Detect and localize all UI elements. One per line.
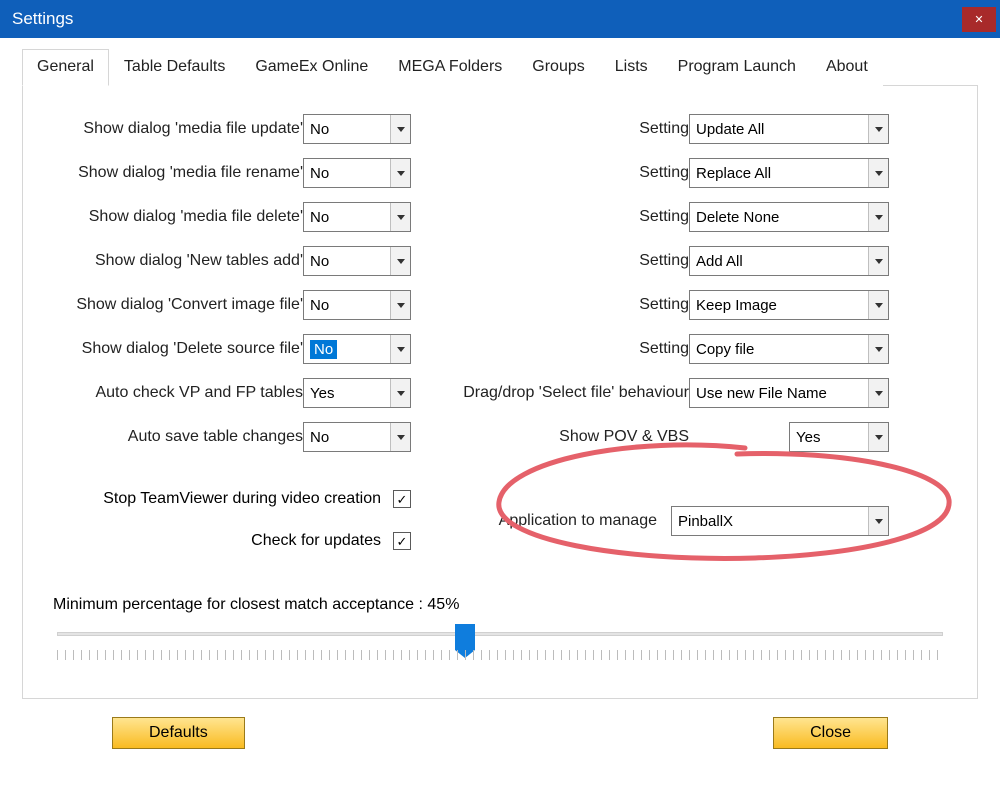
dropdown-setting-replace[interactable]: Replace All (689, 158, 889, 188)
label-show-pov: Show POV & VBS (439, 428, 689, 446)
chevron-down-icon (868, 335, 888, 363)
checkbox-stop-teamviewer[interactable]: ✓ (393, 490, 411, 508)
chevron-down-icon (868, 507, 888, 535)
label-delete-source: Show dialog 'Delete source file' (53, 340, 303, 358)
label-setting-replace: Setting (439, 164, 689, 182)
chevron-down-icon (868, 115, 888, 143)
label-auto-save: Auto save table changes (53, 428, 303, 446)
dropdown-convert-image[interactable]: No (303, 290, 411, 320)
label-setting-keep: Setting (439, 296, 689, 314)
chevron-down-icon (390, 423, 410, 451)
window-title: Settings (12, 9, 73, 29)
tab-bar: General Table Defaults GameEx Online MEG… (22, 48, 978, 86)
chevron-down-icon (390, 203, 410, 231)
tab-program-launch[interactable]: Program Launch (663, 49, 811, 86)
dropdown-media-delete[interactable]: No (303, 202, 411, 232)
label-check-updates: Check for updates (251, 532, 381, 550)
dropdown-media-rename[interactable]: No (303, 158, 411, 188)
label-setting-delete: Setting (439, 208, 689, 226)
dropdown-app-to-manage[interactable]: PinballX (671, 506, 889, 536)
tab-groups[interactable]: Groups (517, 49, 599, 86)
dropdown-auto-check[interactable]: Yes (303, 378, 411, 408)
chevron-down-icon (390, 291, 410, 319)
chevron-down-icon (868, 203, 888, 231)
tab-mega-folders[interactable]: MEGA Folders (383, 49, 517, 86)
label-stop-teamviewer: Stop TeamViewer during video creation (103, 490, 381, 508)
close-icon: ✕ (974, 13, 983, 26)
dropdown-setting-delete[interactable]: Delete None (689, 202, 889, 232)
dropdown-media-update[interactable]: No (303, 114, 411, 144)
dropdown-delete-source[interactable]: No (303, 334, 411, 364)
tab-gameex-online[interactable]: GameEx Online (240, 49, 383, 86)
label-setting-update: Setting (439, 120, 689, 138)
chevron-down-icon (390, 379, 410, 407)
chevron-down-icon (868, 247, 888, 275)
client-area: General Table Defaults GameEx Online MEG… (0, 38, 1000, 767)
checkbox-check-updates[interactable]: ✓ (393, 532, 411, 550)
chevron-down-icon (868, 291, 888, 319)
close-button[interactable]: Close (773, 717, 888, 749)
slider-thumb[interactable] (455, 624, 475, 650)
dropdown-auto-save[interactable]: No (303, 422, 411, 452)
chevron-down-icon (390, 335, 410, 363)
left-column: Show dialog 'media file update' No Show … (53, 114, 411, 550)
label-dragdrop: Drag/drop 'Select file' behaviour (439, 384, 689, 402)
tab-content-general: Show dialog 'media file update' No Show … (22, 86, 978, 699)
label-media-update: Show dialog 'media file update' (53, 120, 303, 138)
label-auto-check: Auto check VP and FP tables (53, 384, 303, 402)
dropdown-setting-update[interactable]: Update All (689, 114, 889, 144)
dropdown-setting-add[interactable]: Add All (689, 246, 889, 276)
tab-table-defaults[interactable]: Table Defaults (109, 49, 240, 86)
right-column: Setting Update All Setting Replace All S… (439, 114, 889, 550)
dropdown-setting-copy[interactable]: Copy file (689, 334, 889, 364)
chevron-down-icon (868, 423, 888, 451)
slider-ticks (57, 650, 943, 660)
slider-track[interactable] (53, 626, 947, 668)
label-setting-copy: Setting (439, 340, 689, 358)
label-app-to-manage: Application to manage (499, 512, 657, 530)
slider-line (57, 632, 943, 636)
label-setting-add: Setting (439, 252, 689, 270)
tab-general[interactable]: General (22, 49, 109, 86)
dropdown-show-pov[interactable]: Yes (789, 422, 889, 452)
dropdown-dragdrop[interactable]: Use new File Name (689, 378, 889, 408)
label-new-tables: Show dialog 'New tables add' (53, 252, 303, 270)
label-convert-image: Show dialog 'Convert image file' (53, 296, 303, 314)
dropdown-new-tables[interactable]: No (303, 246, 411, 276)
window-close-button[interactable]: ✕ (962, 7, 996, 32)
dropdown-setting-keep[interactable]: Keep Image (689, 290, 889, 320)
tab-about[interactable]: About (811, 49, 883, 86)
slider-label: Minimum percentage for closest match acc… (53, 596, 459, 613)
slider-block: Minimum percentage for closest match acc… (53, 596, 947, 668)
tab-lists[interactable]: Lists (600, 49, 663, 86)
chevron-down-icon (390, 247, 410, 275)
label-media-rename: Show dialog 'media file rename' (53, 164, 303, 182)
chevron-down-icon (390, 115, 410, 143)
chevron-down-icon (868, 159, 888, 187)
button-row: Defaults Close (22, 699, 978, 749)
label-media-delete: Show dialog 'media file delete' (53, 208, 303, 226)
titlebar: Settings ✕ (0, 0, 1000, 38)
chevron-down-icon (390, 159, 410, 187)
chevron-down-icon (868, 379, 888, 407)
defaults-button[interactable]: Defaults (112, 717, 245, 749)
